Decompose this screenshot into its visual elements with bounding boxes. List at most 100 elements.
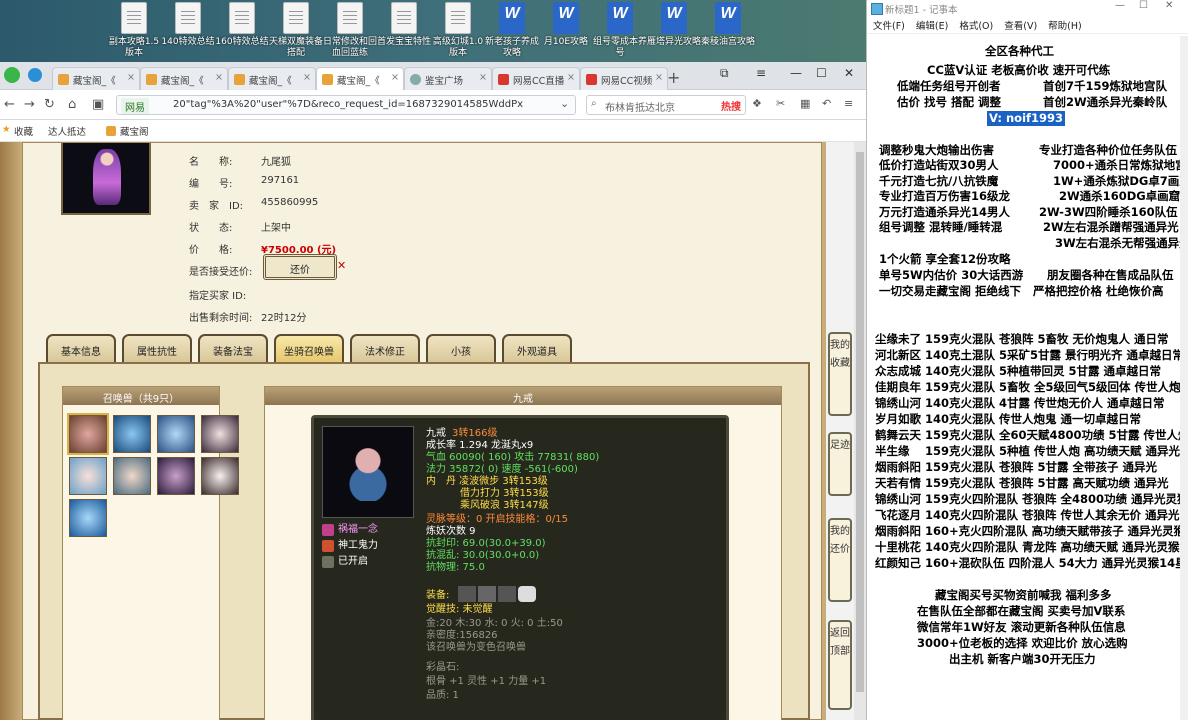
notepad-menu[interactable]: 文件(F) 编辑(E) 格式(O) 查看(V) 帮助(H) [867, 16, 1188, 34]
my-bargain-button[interactable]: 我的还价 [828, 518, 852, 602]
browser-tab[interactable]: 藏宝阁_《 × [52, 67, 140, 90]
bargain-button[interactable]: 还价 [263, 254, 337, 280]
footprint-button[interactable]: 足迹 [828, 432, 852, 496]
desktop-file-icon[interactable]: 日常修改和回血回蓝练 [322, 0, 378, 62]
refresh-icon[interactable]: ↻ [44, 97, 55, 112]
equip-slot-icon[interactable] [498, 586, 516, 602]
pet-slot[interactable] [69, 499, 107, 537]
desktop-file-icon[interactable]: 140特效总结 [160, 0, 216, 62]
tab-list-icon[interactable]: ⧉ [720, 66, 729, 81]
browser-tab[interactable]: 鉴宝广场 × [404, 67, 492, 90]
notepad-line: 出主机 新客户端30开无压力 [949, 652, 1096, 666]
notepad-line: 锦绣山河 159克火四阶混队 苍狼阵 全4800功绩 通异光灵猴 [875, 492, 1188, 506]
pet-slot[interactable] [201, 457, 239, 495]
tab-equipment[interactable]: 装备法宝 [198, 334, 268, 362]
pet-slot[interactable] [69, 457, 107, 495]
pet-elements: 金:20 木:30 水: 0 火: 0 土:50 [426, 618, 563, 629]
character-thumbnail[interactable] [61, 143, 151, 215]
cbg-icon [322, 74, 333, 85]
equip-slot-icon[interactable] [478, 586, 496, 602]
pet-slot[interactable] [157, 457, 195, 495]
shield-icon[interactable] [28, 68, 42, 82]
search-input[interactable]: ⌕ 布林肯抵达北京 热搜 [586, 95, 746, 115]
bookmark-item[interactable]: 收藏 [14, 124, 33, 138]
close-window-button[interactable]: ✕ [1165, 0, 1173, 11]
tab-appearance[interactable]: 外观道具 [502, 334, 572, 362]
notepad-line: 烟雨斜阳 159克火混队 苍狼阵 5甘露 全带孩子 通异光 [875, 460, 1158, 474]
close-icon[interactable]: × [479, 72, 487, 83]
wallet-icon[interactable]: ▣ [92, 97, 104, 112]
close-icon[interactable]: × [655, 72, 663, 83]
browser-logo-icon[interactable] [4, 67, 20, 83]
tab-spell[interactable]: 法术修正 [350, 334, 420, 362]
document-icon [229, 2, 255, 34]
extension-icon[interactable]: ❖ [752, 97, 762, 110]
equip-slot-icon[interactable] [458, 586, 476, 602]
apps-icon[interactable]: ▦ [800, 97, 810, 110]
pet-slot[interactable] [113, 415, 151, 453]
scissors-icon[interactable]: ✂ [776, 97, 785, 110]
notepad-line: 一切交易走藏宝阁 拒绝线下 [879, 284, 1022, 298]
pet-spirit: 灵脉等级：0 开启技能格：0/15 [426, 514, 568, 525]
pet-slot[interactable] [113, 457, 151, 495]
notepad-line: 3W左右混杀无帮强通异光 [1055, 236, 1188, 250]
tab-mounts-pets[interactable]: 坐骑召唤兽 [274, 334, 344, 362]
tab-attributes[interactable]: 属性抗性 [122, 334, 192, 362]
home-icon[interactable]: ⌂ [68, 97, 76, 112]
my-favorites-button[interactable]: 我的收藏 [828, 332, 852, 416]
maximize-button[interactable]: ☐ [1139, 0, 1148, 11]
undo-icon[interactable]: ↶ [822, 97, 831, 110]
new-tab-button[interactable]: + [667, 68, 680, 87]
notepad-line: 微信常年1W好友 滚动更新各种队伍信息 [917, 620, 1126, 634]
browser-tab-active[interactable]: 藏宝阁_《 × [316, 67, 404, 90]
scrollbar-thumb[interactable] [856, 152, 864, 692]
close-icon[interactable]: × [567, 72, 575, 83]
minimize-button[interactable]: — [790, 66, 802, 80]
pet-detail-card: 九戒 3转166级 成长率 1.294 龙涎丸x9 气血 60090( 160)… [311, 415, 729, 720]
word-icon [661, 2, 687, 34]
browser-tab[interactable]: 网易CC视频 × [580, 67, 668, 90]
star-icon[interactable]: ★ [2, 124, 11, 135]
back-to-top-button[interactable]: 返回顶部 [828, 620, 852, 710]
tab-child[interactable]: 小孩 [426, 334, 496, 362]
skill-icon[interactable] [322, 540, 334, 552]
page-scrollbar[interactable] [854, 142, 866, 720]
chat-icon[interactable] [518, 586, 536, 602]
close-icon[interactable]: × [303, 72, 311, 83]
desktop-file-icon[interactable]: 组号零成本养号 [592, 0, 648, 62]
pet-slot[interactable] [157, 415, 195, 453]
pet-slot[interactable] [201, 415, 239, 453]
chevron-down-icon[interactable]: ⌄ [560, 97, 569, 110]
desktop-file-icon[interactable]: 月10E攻略 [538, 0, 594, 62]
menu-icon[interactable]: ≡ [756, 66, 766, 80]
bookmark-item[interactable]: 藏宝阁 [120, 124, 149, 138]
desktop-file-icon[interactable]: 秦稜油宫攻略 [700, 0, 756, 62]
menu-icon[interactable]: ≡ [844, 97, 853, 110]
close-icon[interactable]: × [215, 72, 223, 83]
browser-tab[interactable]: 网易CC直播 × [492, 67, 580, 90]
maximize-button[interactable]: ☐ [816, 66, 827, 80]
skill-icon[interactable] [322, 556, 334, 568]
pet-slot[interactable] [67, 413, 109, 455]
desktop-file-icon[interactable]: 雁塔异光攻略 [646, 0, 702, 62]
desktop-file-icon[interactable]: 副本攻略1.5版本 [106, 0, 162, 62]
close-icon[interactable]: ✕ [337, 259, 346, 272]
forward-icon[interactable]: → [24, 97, 35, 112]
browser-tab[interactable]: 藏宝阁_《 × [228, 67, 316, 90]
url-input[interactable]: 网易 20"tag"%3A%20"user"%7D&reco_request_id… [116, 95, 576, 115]
desktop-file-icon[interactable]: 高级幻城1.0版本 [430, 0, 486, 62]
desktop-file-icon[interactable]: 新老孩子养成攻略 [484, 0, 540, 62]
bookmark-item[interactable]: 达人抵达 [48, 124, 86, 138]
minimize-button[interactable]: — [1115, 0, 1125, 11]
close-icon[interactable]: × [127, 72, 135, 83]
desktop-file-icon[interactable]: 160特效总结 [214, 0, 270, 62]
desktop-file-icon[interactable]: 首发宝宝特性 [376, 0, 432, 62]
skill-icon[interactable] [322, 524, 334, 536]
close-window-button[interactable]: ✕ [844, 66, 854, 80]
browser-tab[interactable]: 藏宝阁_《 × [140, 67, 228, 90]
back-icon[interactable]: ← [4, 97, 15, 112]
tab-basic-info[interactable]: 基本信息 [46, 334, 116, 362]
close-icon[interactable]: × [391, 72, 399, 83]
desktop-file-icon[interactable]: 天梯双魔装备搭配 [268, 0, 324, 62]
notepad-scrollbar[interactable] [1180, 36, 1188, 720]
